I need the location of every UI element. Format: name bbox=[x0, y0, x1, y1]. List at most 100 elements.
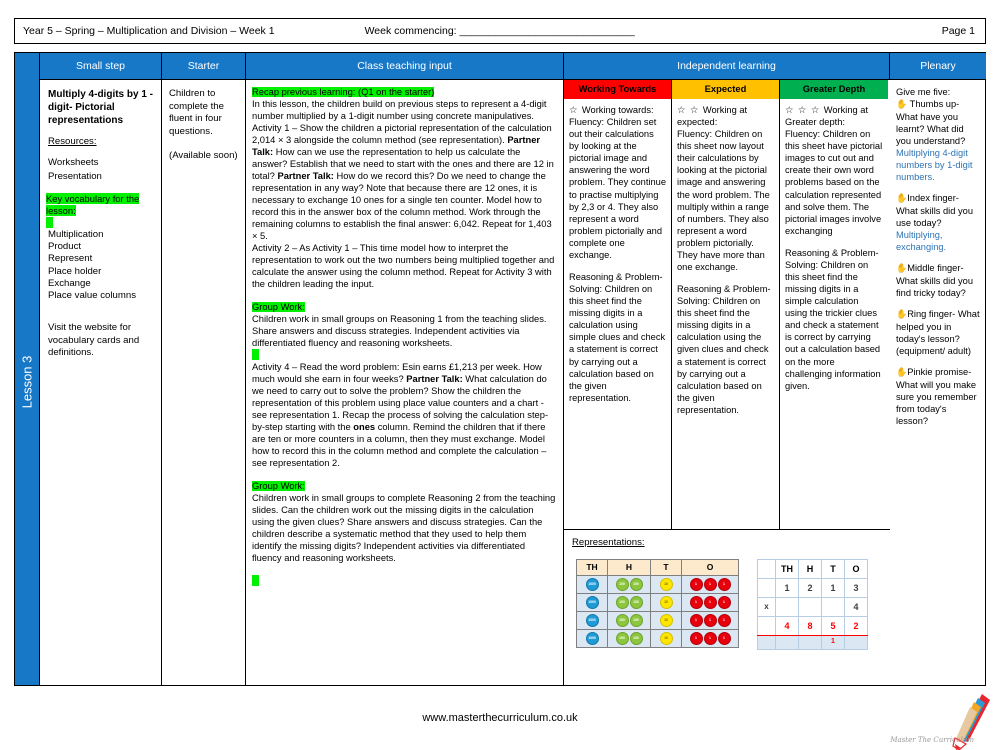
pv-cell-o: 111 bbox=[681, 629, 739, 649]
table-row: 1000 100 100 10 111 bbox=[576, 593, 739, 613]
cm-answer-digit: 2 bbox=[844, 616, 868, 637]
plenary-item: ✋️Pinkie promise- What will you make sur… bbox=[896, 366, 980, 427]
representations-figures: TH H T O 1000 100 100 10 111 1000 100 10… bbox=[572, 559, 882, 651]
group-work-1-body: Children work in small groups on Reasoni… bbox=[252, 314, 547, 348]
counter-one: 1 bbox=[689, 614, 703, 628]
pv-cell-h: 100 100 bbox=[607, 611, 651, 631]
vocab-item: Place holder bbox=[48, 265, 102, 277]
page-number: Page 1 bbox=[941, 25, 975, 37]
hand-icon: ✋️ bbox=[896, 263, 908, 274]
recap-heading: Recap previous learning: (Q1 on the star… bbox=[252, 86, 557, 98]
plenary-title: Give me five: bbox=[896, 87, 951, 97]
counter-thousand: 1000 bbox=[585, 596, 599, 610]
website-url[interactable]: www.masterthecurriculum.co.uk bbox=[422, 712, 577, 724]
counter-one: 1 bbox=[689, 596, 703, 610]
band-greater-depth: Greater Depth ☆ ☆ ☆ Working at Greater d… bbox=[780, 80, 888, 529]
cm-multiply-symbol: x bbox=[757, 597, 776, 618]
plenary-question: Thumbs up- What have you learnt? What di… bbox=[896, 99, 966, 146]
counter-one: 1 bbox=[717, 578, 731, 592]
lesson-plan-page: Year 5 – Spring – Multiplication and Div… bbox=[0, 0, 1000, 750]
pv-header-row: TH H T O bbox=[576, 559, 739, 577]
pv-header-o: O bbox=[681, 559, 739, 577]
partner-talk-label: Partner Talk: bbox=[277, 171, 334, 181]
pv-cell-h: 100 100 bbox=[607, 593, 651, 613]
pv-cell-h: 100 100 bbox=[607, 575, 651, 595]
pv-cell-t: 10 bbox=[650, 629, 682, 649]
pv-cell-th: 1000 bbox=[576, 611, 608, 631]
pv-cell-t: 10 bbox=[650, 611, 682, 631]
cm-digit: 1 bbox=[775, 578, 799, 599]
week-commencing-label: Week commencing: _______________________… bbox=[364, 25, 635, 37]
lesson-intro: In this lesson, the children build on pr… bbox=[252, 99, 547, 121]
counter-hundred: 100 bbox=[615, 596, 629, 610]
band-stars: ☆ ☆ ☆ bbox=[785, 105, 824, 115]
cm-header-row: TH H T O bbox=[757, 559, 868, 580]
header-class-teaching-input: Class teaching input bbox=[246, 53, 564, 79]
counter-one: 1 bbox=[689, 578, 703, 592]
band-fluency: Fluency: Children set out their calculat… bbox=[569, 117, 666, 260]
cm-row-label bbox=[757, 578, 776, 599]
resources-label: Resources: bbox=[48, 136, 97, 147]
group-work-1-heading: Group Work: bbox=[252, 301, 557, 313]
counter-one: 1 bbox=[689, 632, 703, 646]
band-working-towards: Working Towards ☆ Working towards: Fluen… bbox=[564, 80, 672, 529]
lesson-spine: Lesson 3 bbox=[15, 53, 40, 685]
cm-carry-blank bbox=[757, 635, 776, 651]
hand-icon: ✋️ bbox=[896, 99, 908, 110]
header-plenary: Plenary bbox=[920, 60, 956, 72]
cm-row-label bbox=[757, 616, 776, 637]
counter-one: 1 bbox=[703, 596, 717, 610]
cm-carry-blank bbox=[798, 635, 822, 651]
counter-hundred: 100 bbox=[615, 578, 629, 592]
highlight-mark bbox=[46, 216, 155, 229]
counter-hundred: 100 bbox=[629, 596, 643, 610]
key-vocab-heading-text: Key vocabulary for the lesson: bbox=[46, 192, 140, 216]
highlight-mark bbox=[252, 349, 557, 361]
vocab-item: Place value columns bbox=[48, 290, 136, 302]
grid-columns: Small step Starter Class teaching input … bbox=[40, 53, 986, 685]
counter-hundred: 100 bbox=[615, 632, 629, 646]
pv-cell-o: 111 bbox=[681, 593, 739, 613]
cm-digit: 4 bbox=[844, 597, 868, 618]
table-row: 1 2 1 3 bbox=[757, 578, 868, 599]
counter-one: 1 bbox=[703, 578, 717, 592]
column-method-table: TH H T O 1 2 1 3 x 4 4 8 5 2 1 bbox=[757, 559, 868, 651]
activity-1: Activity 1 – Show the children a pictori… bbox=[252, 122, 557, 242]
band-stars: ☆ ☆ bbox=[677, 105, 703, 115]
band-working-towards-header: Working Towards bbox=[564, 80, 671, 99]
small-step-title: Multiply 4-digits by 1 - digit- Pictoria… bbox=[48, 89, 154, 126]
pv-cell-th: 1000 bbox=[576, 629, 608, 649]
cm-header-o: O bbox=[844, 559, 868, 580]
pv-cell-o: 111 bbox=[681, 611, 739, 631]
cell-class-teaching-input: Recap previous learning: (Q1 on the star… bbox=[246, 79, 564, 685]
header-starter: Starter bbox=[162, 53, 246, 79]
cell-starter: Children to complete the fluent in four … bbox=[162, 79, 246, 685]
page-meta-bar: Year 5 – Spring – Multiplication and Div… bbox=[14, 18, 986, 44]
band-reasoning: Reasoning & Problem-Solving: Children on… bbox=[569, 272, 666, 403]
counter-ten: 10 bbox=[659, 632, 673, 646]
visit-website-note: Visit the website for vocabulary cards a… bbox=[48, 322, 140, 359]
counter-ten: 10 bbox=[659, 614, 673, 628]
counter-one: 1 bbox=[717, 596, 731, 610]
logo-wordmark: Master The Curriculum bbox=[890, 736, 974, 744]
representations-title: Representations: bbox=[572, 537, 645, 548]
band-fluency: Fluency: Children on this sheet now layo… bbox=[677, 129, 770, 273]
band-heading-line: ☆ Working towards: bbox=[569, 104, 666, 116]
resource-item: Presentation bbox=[48, 170, 102, 182]
plenary-answer: Multiplying 4-digit numbers by 1-digit n… bbox=[896, 148, 973, 183]
plenary-item: ✋️Middle finger- What skills did you fin… bbox=[896, 262, 980, 299]
plenary-item: ✋️Ring finger- What helped you in today'… bbox=[896, 308, 980, 357]
vocab-item: Represent bbox=[48, 253, 93, 265]
table-row: 1000 100 100 10 111 bbox=[576, 629, 739, 649]
counter-thousand: 1000 bbox=[585, 632, 599, 646]
band-heading-line: ☆ ☆ Working at expected: bbox=[677, 104, 774, 128]
